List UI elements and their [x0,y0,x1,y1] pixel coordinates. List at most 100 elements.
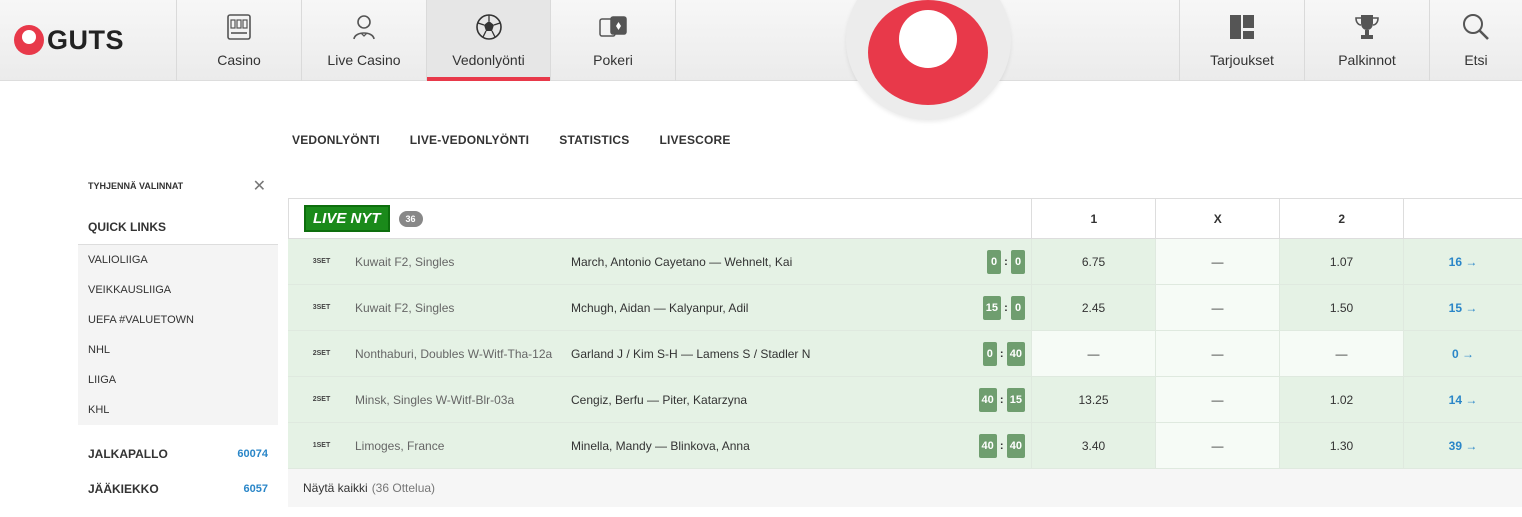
match-teams[interactable]: Garland J / Kim S-H — Lamens S / Stadler… [571,331,951,376]
col-header-more [1403,199,1522,238]
clear-selections-label: TYHJENNÄ VALINNAT [88,181,184,191]
nav-divider [675,0,676,81]
odd-away[interactable]: 1.50 [1279,285,1403,330]
clear-selections-row[interactable]: TYHJENNÄ VALINNAT ✕ [78,170,278,202]
more-markets-link[interactable]: 16 → [1403,239,1522,284]
odd-away[interactable]: 1.07 [1279,239,1403,284]
nav-casino[interactable]: Casino [176,0,301,81]
quick-link-nhl[interactable]: NHL [78,335,278,365]
odd-draw[interactable]: — [1155,423,1279,468]
score-box: 0:40 [951,331,1031,376]
more-markets-link[interactable]: 14 → [1403,377,1522,422]
score-box: 40:15 [951,377,1031,422]
score-home: 0 [982,341,997,366]
quick-link-uefa-valuetown[interactable]: UEFA #VALUETOWN [78,305,278,335]
quick-link-khl[interactable]: KHL [78,395,278,425]
score-home: 0 [987,249,1001,274]
score-away: 15 [1006,387,1025,412]
nav-live-casino[interactable]: Live Casino [301,0,426,81]
sport-jaakiekko[interactable]: JÄÄKIEKKO 6057 [78,471,278,506]
league-name[interactable]: Kuwait F2, Singles [355,285,571,330]
subnav-live-vedonlyonti[interactable]: LIVE-VEDONLYÖNTI [410,133,529,147]
nav-etsi-label: Etsi [1464,52,1488,68]
odd-away[interactable]: — [1279,331,1403,376]
nav-live-casino-label: Live Casino [327,52,401,68]
subnav-vedonlyonti[interactable]: VEDONLYÖNTI [292,133,380,147]
subnav-livescore[interactable]: LIVESCORE [659,133,730,147]
more-markets-link[interactable]: 0 → [1403,331,1522,376]
league-name[interactable]: Limoges, France [355,423,571,468]
set-indicator: 2SET [312,350,331,357]
match-teams[interactable]: Minella, Mandy — Blinkova, Anna [571,423,951,468]
quick-link-liiga[interactable]: LIIGA [78,365,278,395]
league-name[interactable]: Minsk, Singles W-Witf-Blr-03a [355,377,571,422]
sidebar: TYHJENNÄ VALINNAT ✕ QUICK LINKS VALIOLII… [78,170,278,506]
nav-palkinnot-label: Palkinnot [1338,52,1396,68]
score-away: 40 [1006,433,1025,458]
score-home: 40 [978,387,997,412]
nav-tarjoukset[interactable]: Tarjoukset [1179,0,1304,81]
slot-machine-icon [227,14,251,40]
emblem-hole [899,10,957,68]
col-header-x: X [1155,199,1279,238]
more-markets-link[interactable]: 15 → [1403,285,1522,330]
table-row[interactable]: 1SET Limoges, France Minella, Mandy — Bl… [288,423,1522,469]
col-header-1: 1 [1031,199,1155,238]
col-header-2: 2 [1279,199,1403,238]
odd-away[interactable]: 1.30 [1279,423,1403,468]
odd-home[interactable]: 2.45 [1031,285,1155,330]
score-home: 40 [978,433,997,458]
nav-palkinnot[interactable]: Palkinnot [1304,0,1429,81]
odd-draw[interactable]: — [1155,285,1279,330]
score-box: 0:0 [951,239,1031,284]
odd-draw[interactable]: — [1155,377,1279,422]
sport-count: 60074 [237,447,268,460]
odd-draw[interactable]: — [1155,331,1279,376]
sport-jalkapallo[interactable]: JALKAPALLO 60074 [78,436,278,471]
score-away: 40 [1006,341,1025,366]
football-icon [475,14,502,40]
quick-link-veikkausliiga[interactable]: VEIKKAUSLIIGA [78,275,278,305]
table-row[interactable]: 3SET Kuwait F2, Singles March, Antonio C… [288,239,1522,285]
table-row[interactable]: 2SET Minsk, Singles W-Witf-Blr-03a Cengi… [288,377,1522,423]
odd-home[interactable]: 13.25 [1031,377,1155,422]
center-guts-emblem[interactable] [846,0,1011,120]
match-teams[interactable]: Cengiz, Berfu — Piter, Katarzyna [571,377,951,422]
league-name[interactable]: Nonthaburi, Doubles W-Witf-Tha-12a [355,331,571,376]
cards-icon [599,16,627,37]
odd-away[interactable]: 1.02 [1279,377,1403,422]
nav-vedonlyonti-label: Vedonlyönti [452,52,525,68]
search-icon [1463,14,1489,40]
nav-vedonlyonti[interactable]: Vedonlyönti [426,0,550,81]
table-row[interactable]: 3SET Kuwait F2, Singles Mchugh, Aidan — … [288,285,1522,331]
layout-icon [1230,15,1254,39]
odd-home[interactable]: 3.40 [1031,423,1155,468]
nav-pokeri[interactable]: Pokeri [550,0,675,81]
dealer-icon [353,15,375,40]
nav-tarjoukset-label: Tarjoukset [1210,52,1274,68]
set-indicator: 1SET [312,442,331,449]
sport-count: 6057 [243,482,268,495]
show-all-link[interactable]: Näytä kaikki (36 Ottelua) [288,469,1522,507]
odd-draw[interactable]: — [1155,239,1279,284]
match-teams[interactable]: March, Antonio Cayetano — Wehnelt, Kai [571,239,951,284]
nav-etsi[interactable]: Etsi [1429,0,1522,81]
table-row[interactable]: 2SET Nonthaburi, Doubles W-Witf-Tha-12a … [288,331,1522,377]
nav-pokeri-label: Pokeri [593,52,633,68]
match-teams[interactable]: Mchugh, Aidan — Kalyanpur, Adil [571,285,951,330]
odd-home[interactable]: — [1031,331,1155,376]
guts-logo[interactable]: GUTS [14,24,124,56]
quick-link-valioliiga[interactable]: VALIOLIIGA [78,245,278,275]
logo-text: GUTS [47,24,125,55]
show-all-label: Näytä kaikki [303,481,368,495]
close-icon[interactable]: ✕ [253,176,266,196]
live-title-cell: LIVE NYT 36 [289,199,1031,238]
more-markets-link[interactable]: 39 → [1403,423,1522,468]
live-events-table: LIVE NYT 36 1 X 2 3SET Kuwait F2, Single… [288,198,1522,507]
live-now-badge[interactable]: LIVE NYT [304,205,390,232]
live-table-header: LIVE NYT 36 1 X 2 [288,198,1522,239]
subnav-statistics[interactable]: STATISTICS [559,133,629,147]
league-name[interactable]: Kuwait F2, Singles [355,239,571,284]
odd-home[interactable]: 6.75 [1031,239,1155,284]
score-box: 40:40 [951,423,1031,468]
